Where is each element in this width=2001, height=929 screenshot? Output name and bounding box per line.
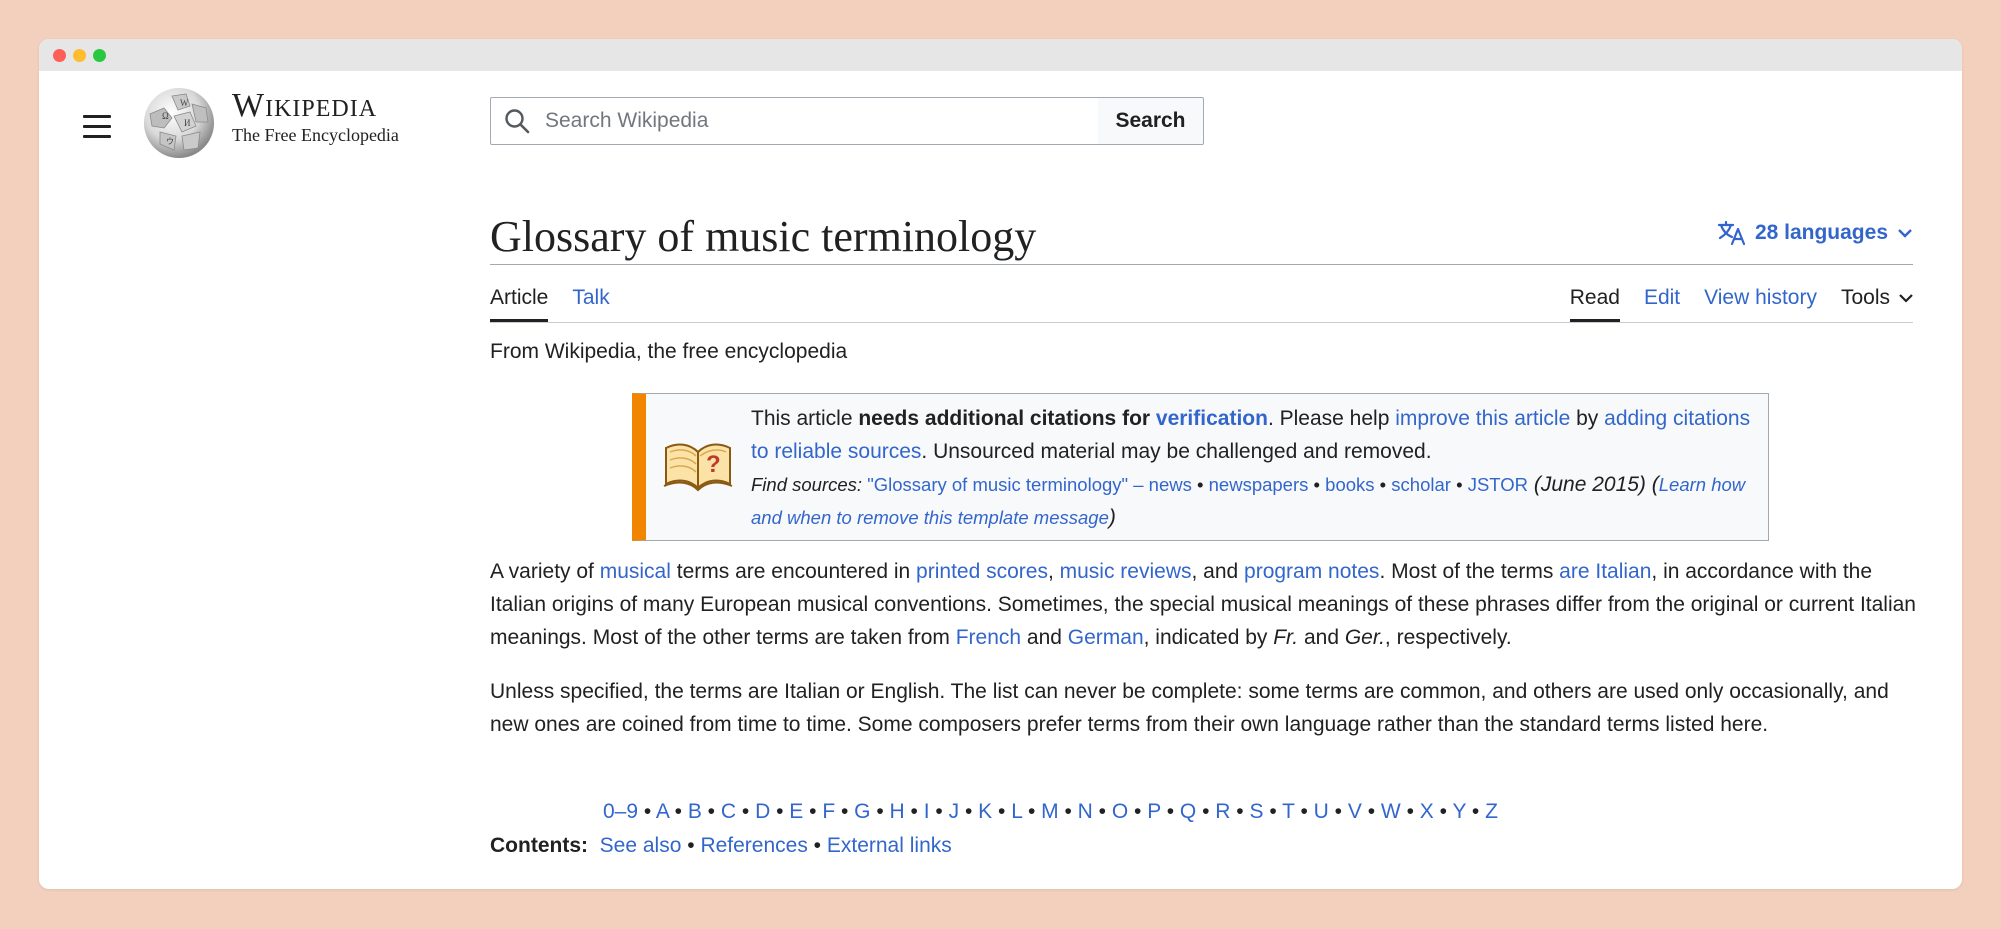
site-sub-tagline: From Wikipedia, the free encyclopedia bbox=[490, 340, 848, 363]
see-also-link[interactable]: See also bbox=[600, 834, 682, 857]
search-button[interactable]: Search bbox=[1098, 97, 1204, 145]
source-news-link[interactable]: "Glossary of music terminology" – news bbox=[867, 474, 1192, 495]
musical-link[interactable]: musical bbox=[600, 560, 671, 583]
namespace-tabs: Article Talk bbox=[490, 286, 610, 322]
toc-r[interactable]: R bbox=[1215, 800, 1230, 823]
tools-menu[interactable]: Tools bbox=[1841, 286, 1914, 319]
toc-y[interactable]: Y bbox=[1452, 800, 1466, 823]
page-title: Glossary of music terminology bbox=[490, 212, 1037, 261]
minimize-window-icon[interactable] bbox=[73, 49, 86, 62]
browser-window: Ω W И ウ Wikipedia The Free Encyclopedia … bbox=[39, 39, 1962, 889]
wikipedia-globe-logo[interactable]: Ω W И ウ bbox=[142, 86, 216, 160]
tab-view-history[interactable]: View history bbox=[1704, 286, 1817, 319]
close-window-icon[interactable] bbox=[53, 49, 66, 62]
toc-x[interactable]: X bbox=[1420, 800, 1434, 823]
chevron-down-icon bbox=[1899, 294, 1913, 303]
translate-icon bbox=[1717, 220, 1746, 246]
tools-label: Tools bbox=[1840, 286, 1890, 309]
printed-scores-link[interactable]: printed scores bbox=[916, 560, 1048, 583]
wordmark-title: Wikipedia bbox=[232, 87, 378, 124]
toc-t[interactable]: T bbox=[1282, 800, 1294, 823]
hamburger-menu-icon[interactable] bbox=[83, 115, 111, 139]
toc-w[interactable]: W bbox=[1381, 800, 1401, 823]
notice-bold-text: needs additional citations for verificat… bbox=[858, 407, 1268, 430]
search-icon bbox=[505, 109, 530, 134]
toc-l[interactable]: L bbox=[1011, 800, 1022, 823]
tab-read[interactable]: Read bbox=[1569, 286, 1620, 322]
toc-q[interactable]: Q bbox=[1180, 800, 1196, 823]
languages-button[interactable]: 28 languages bbox=[1717, 220, 1914, 246]
toc-o[interactable]: O bbox=[1112, 800, 1128, 823]
contents-line: Contents: See also • References • Extern… bbox=[490, 834, 952, 857]
external-links-link[interactable]: External links bbox=[827, 834, 952, 857]
toc-f[interactable]: F bbox=[822, 800, 835, 823]
music-reviews-link[interactable]: music reviews bbox=[1060, 560, 1192, 583]
toc-n[interactable]: N bbox=[1078, 800, 1093, 823]
toc-u[interactable]: U bbox=[1314, 800, 1329, 823]
source-jstor-link[interactable]: JSTOR bbox=[1468, 474, 1528, 495]
notice-text: This article bbox=[751, 407, 859, 430]
svg-text:ウ: ウ bbox=[166, 137, 174, 146]
toc-m[interactable]: M bbox=[1041, 800, 1059, 823]
alphabet-index: 0–9 • A • B • C • D • E • F • G • H • I … bbox=[603, 800, 1498, 823]
improve-article-link[interactable]: improve this article bbox=[1395, 407, 1570, 430]
tab-edit[interactable]: Edit bbox=[1644, 286, 1680, 319]
svg-text:Ω: Ω bbox=[162, 111, 169, 121]
notice-date: (June 2015) ( bbox=[1528, 473, 1659, 496]
tab-article[interactable]: Article bbox=[490, 286, 549, 322]
are-italian-link[interactable]: are Italian bbox=[1559, 560, 1651, 583]
notice-text: ) bbox=[1108, 506, 1116, 529]
contents-label: Contents: bbox=[490, 834, 588, 857]
toc-b[interactable]: B bbox=[688, 800, 702, 823]
french-link[interactable]: French bbox=[956, 626, 1021, 649]
svg-text:И: И bbox=[184, 118, 191, 128]
search-form: Search bbox=[490, 97, 1205, 145]
toc-c[interactable]: C bbox=[721, 800, 736, 823]
maximize-window-icon[interactable] bbox=[93, 49, 106, 62]
intro-paragraph-1: A variety of musical terms are encounter… bbox=[490, 560, 1916, 649]
find-sources-label: Find sources: bbox=[751, 474, 868, 495]
view-tabs: Read Edit View history Tools bbox=[1569, 286, 1914, 322]
search-input[interactable] bbox=[490, 97, 1099, 145]
verification-link[interactable]: verification bbox=[1156, 407, 1268, 430]
toc-v[interactable]: V bbox=[1348, 800, 1362, 823]
open-book-question-icon: ? bbox=[663, 443, 733, 492]
toc-j[interactable]: J bbox=[949, 800, 960, 823]
references-link[interactable]: References bbox=[700, 834, 807, 857]
toc-z[interactable]: Z bbox=[1485, 800, 1498, 823]
toc-d[interactable]: D bbox=[755, 800, 770, 823]
toc-k[interactable]: K bbox=[978, 800, 992, 823]
tabs-divider bbox=[490, 322, 1913, 323]
title-divider bbox=[490, 264, 1913, 265]
toc-s[interactable]: S bbox=[1250, 800, 1264, 823]
toc-g[interactable]: G bbox=[854, 800, 870, 823]
citation-notice-box: ? This article needs additional citation… bbox=[632, 393, 1769, 541]
languages-label: 28 languages bbox=[1754, 221, 1888, 244]
svg-text:?: ? bbox=[706, 451, 721, 478]
window-titlebar bbox=[39, 39, 1962, 71]
notice-text: . Please help bbox=[1267, 407, 1396, 430]
intro-paragraph-2: Unless specified, the terms are Italian … bbox=[490, 680, 1889, 736]
toc-e[interactable]: E bbox=[789, 800, 803, 823]
wikipedia-wordmark[interactable]: Wikipedia The Free Encyclopedia bbox=[232, 87, 399, 145]
wordmark-tagline: The Free Encyclopedia bbox=[232, 125, 399, 145]
source-scholar-link[interactable]: scholar bbox=[1391, 474, 1451, 495]
toc-0-9[interactable]: 0–9 bbox=[603, 800, 638, 823]
tab-talk[interactable]: Talk bbox=[572, 286, 609, 322]
program-notes-link[interactable]: program notes bbox=[1244, 560, 1379, 583]
german-link[interactable]: German bbox=[1068, 626, 1144, 649]
svg-text:W: W bbox=[180, 98, 189, 108]
chevron-down-icon bbox=[1898, 229, 1912, 238]
toc-p[interactable]: P bbox=[1147, 800, 1161, 823]
notice-text: . Unsourced material may be challenged a… bbox=[921, 440, 1432, 463]
source-books-link[interactable]: books bbox=[1325, 474, 1374, 495]
source-newspapers-link[interactable]: newspapers bbox=[1209, 474, 1309, 495]
toc-a[interactable]: A bbox=[656, 800, 669, 823]
notice-text: by bbox=[1570, 407, 1605, 430]
citation-notice-text: This article needs additional citations … bbox=[751, 407, 1751, 529]
toc-h[interactable]: H bbox=[890, 800, 905, 823]
